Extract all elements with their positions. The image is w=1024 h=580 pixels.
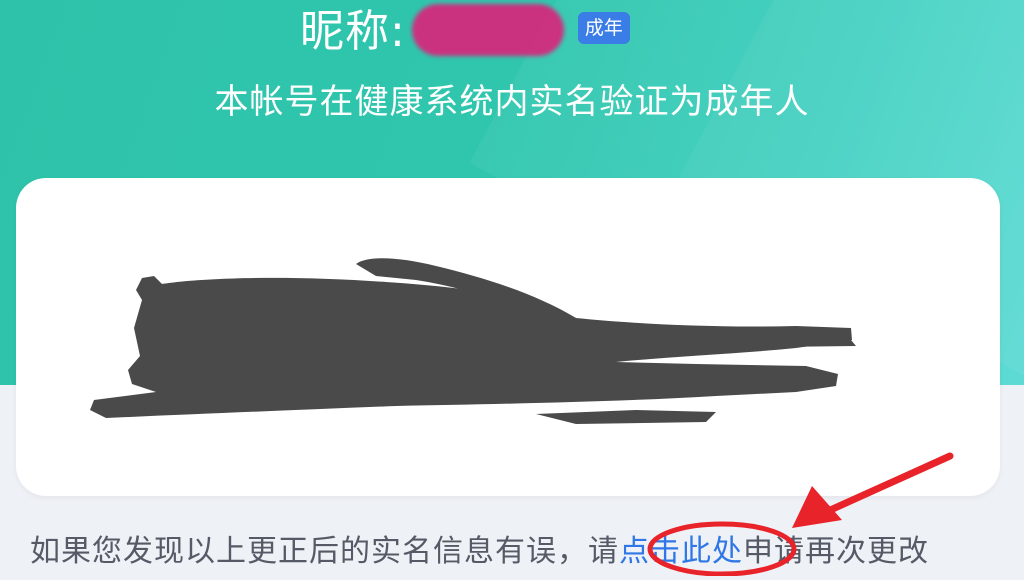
correction-notice: 如果您发现以上更正后的实名信息有误，请点击此处申请再次更改 xyxy=(30,524,929,580)
notice-suffix: 申请再次更改 xyxy=(743,534,929,569)
nickname-redaction xyxy=(411,4,564,56)
notice-prefix: 如果您发现以上更正后的实名信息有误，请 xyxy=(30,534,619,569)
verification-status-text: 本帐号在健康系统内实名验证为成年人 xyxy=(214,82,810,122)
nickname-row: 昵称: 成年 xyxy=(300,0,630,64)
identity-info-card xyxy=(16,178,1000,496)
identity-info-redaction xyxy=(90,258,856,424)
click-here-link[interactable]: 点击此处 xyxy=(619,534,743,569)
nickname-label: 昵称: xyxy=(300,6,406,57)
adult-badge: 成年 xyxy=(577,12,630,44)
